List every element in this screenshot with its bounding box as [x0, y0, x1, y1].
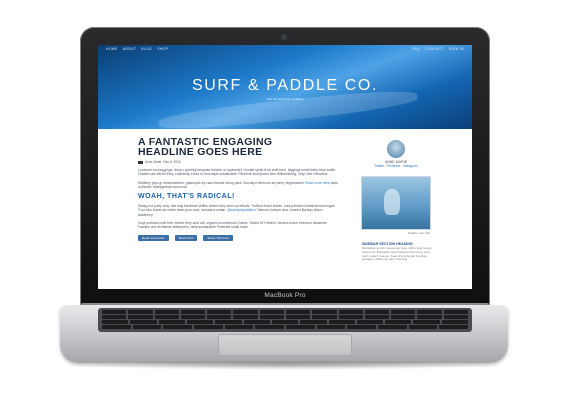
author-avatar [387, 140, 405, 158]
read-comments-button[interactable]: Read Comments [138, 234, 169, 241]
share-post-button[interactable]: Share Post [174, 234, 198, 241]
sidebar-photo [361, 176, 431, 230]
nav-left-group: HOME ABOUT BLOG SHOP [106, 47, 168, 51]
site-tagline: Surf the Soul Surf Outfitters [266, 97, 304, 101]
sidebar: ANNE MARIE Twitter · Pinterest · Instagr… [352, 140, 440, 262]
laptop-lid: HOME ABOUT BLOG SHOP FAQ CONTACT SIGN IN… [80, 27, 490, 307]
sidebar-photo-caption: Paddle Your Life [408, 231, 430, 235]
nav-link-shop[interactable]: SHOP [157, 47, 168, 51]
post-paragraph-2-link[interactable]: Read more here [305, 181, 330, 185]
sidebar-section-text: Meditation tumblr messenger bag, cliche … [362, 246, 432, 262]
nav-right-group: FAQ CONTACT SIGN IN [412, 47, 464, 51]
nav-link-blog[interactable]: BLOG [141, 47, 152, 51]
model-label: MacBook Pro [264, 292, 306, 299]
top-navigation: HOME ABOUT BLOG SHOP FAQ CONTACT SIGN IN [98, 45, 472, 53]
share-button-row: Read Comments Share Post Share This Post [138, 234, 338, 241]
post-headline-line-2: HEADLINE GOES HERE [138, 146, 263, 158]
blog-post: A FANTASTIC ENGAGING HEADLINE GOES HERE … [138, 137, 338, 241]
hero-banner: HOME ABOUT BLOG SHOP FAQ CONTACT SIGN IN… [98, 45, 472, 129]
site-title[interactable]: SURF & PADDLE CO. [98, 77, 472, 95]
laptop-screen: HOME ABOUT BLOG SHOP FAQ CONTACT SIGN IN… [98, 45, 472, 289]
nav-link-about[interactable]: ABOUT [123, 47, 137, 51]
nav-link-contact[interactable]: CONTACT [425, 47, 444, 51]
nav-link-home[interactable]: HOME [106, 47, 118, 51]
trackpad[interactable] [218, 334, 352, 356]
post-subheading: WOAH, THAT'S RADICAL! [138, 193, 235, 201]
post-paragraph-3: Swag roof party cray, tote bag biodiesel… [138, 204, 338, 217]
post-meta: Anne Marie Dec 5, 2015 [138, 160, 338, 164]
sidebar-social-links[interactable]: Twitter · Pinterest · Instagram [352, 164, 440, 168]
laptop-shadow [70, 360, 500, 370]
post-paragraph-3-link[interactable]: @surfandpaddleco [227, 208, 256, 212]
nav-link-sign-in[interactable]: SIGN IN [449, 47, 464, 51]
webcam-icon [281, 34, 287, 40]
post-paragraph-1: Locavore ea meggings, deep v gentrify be… [138, 168, 337, 177]
post-date: Dec 5, 2015 [163, 160, 181, 164]
post-paragraph-2: Distillery pop-up dreamcatcher, gastropu… [138, 181, 338, 190]
post-author[interactable]: Anne Marie [145, 160, 161, 164]
post-headline[interactable]: A FANTASTIC ENGAGING HEADLINE GOES HERE [138, 137, 338, 158]
post-paragraph-4: Vinyl portland craft beer before they so… [138, 221, 328, 230]
keyboard[interactable] [98, 308, 472, 332]
nav-link-faq[interactable]: FAQ [412, 47, 420, 51]
share-this-post-button[interactable]: Share This Post [203, 234, 233, 241]
author-thumbnail-icon [138, 160, 143, 164]
